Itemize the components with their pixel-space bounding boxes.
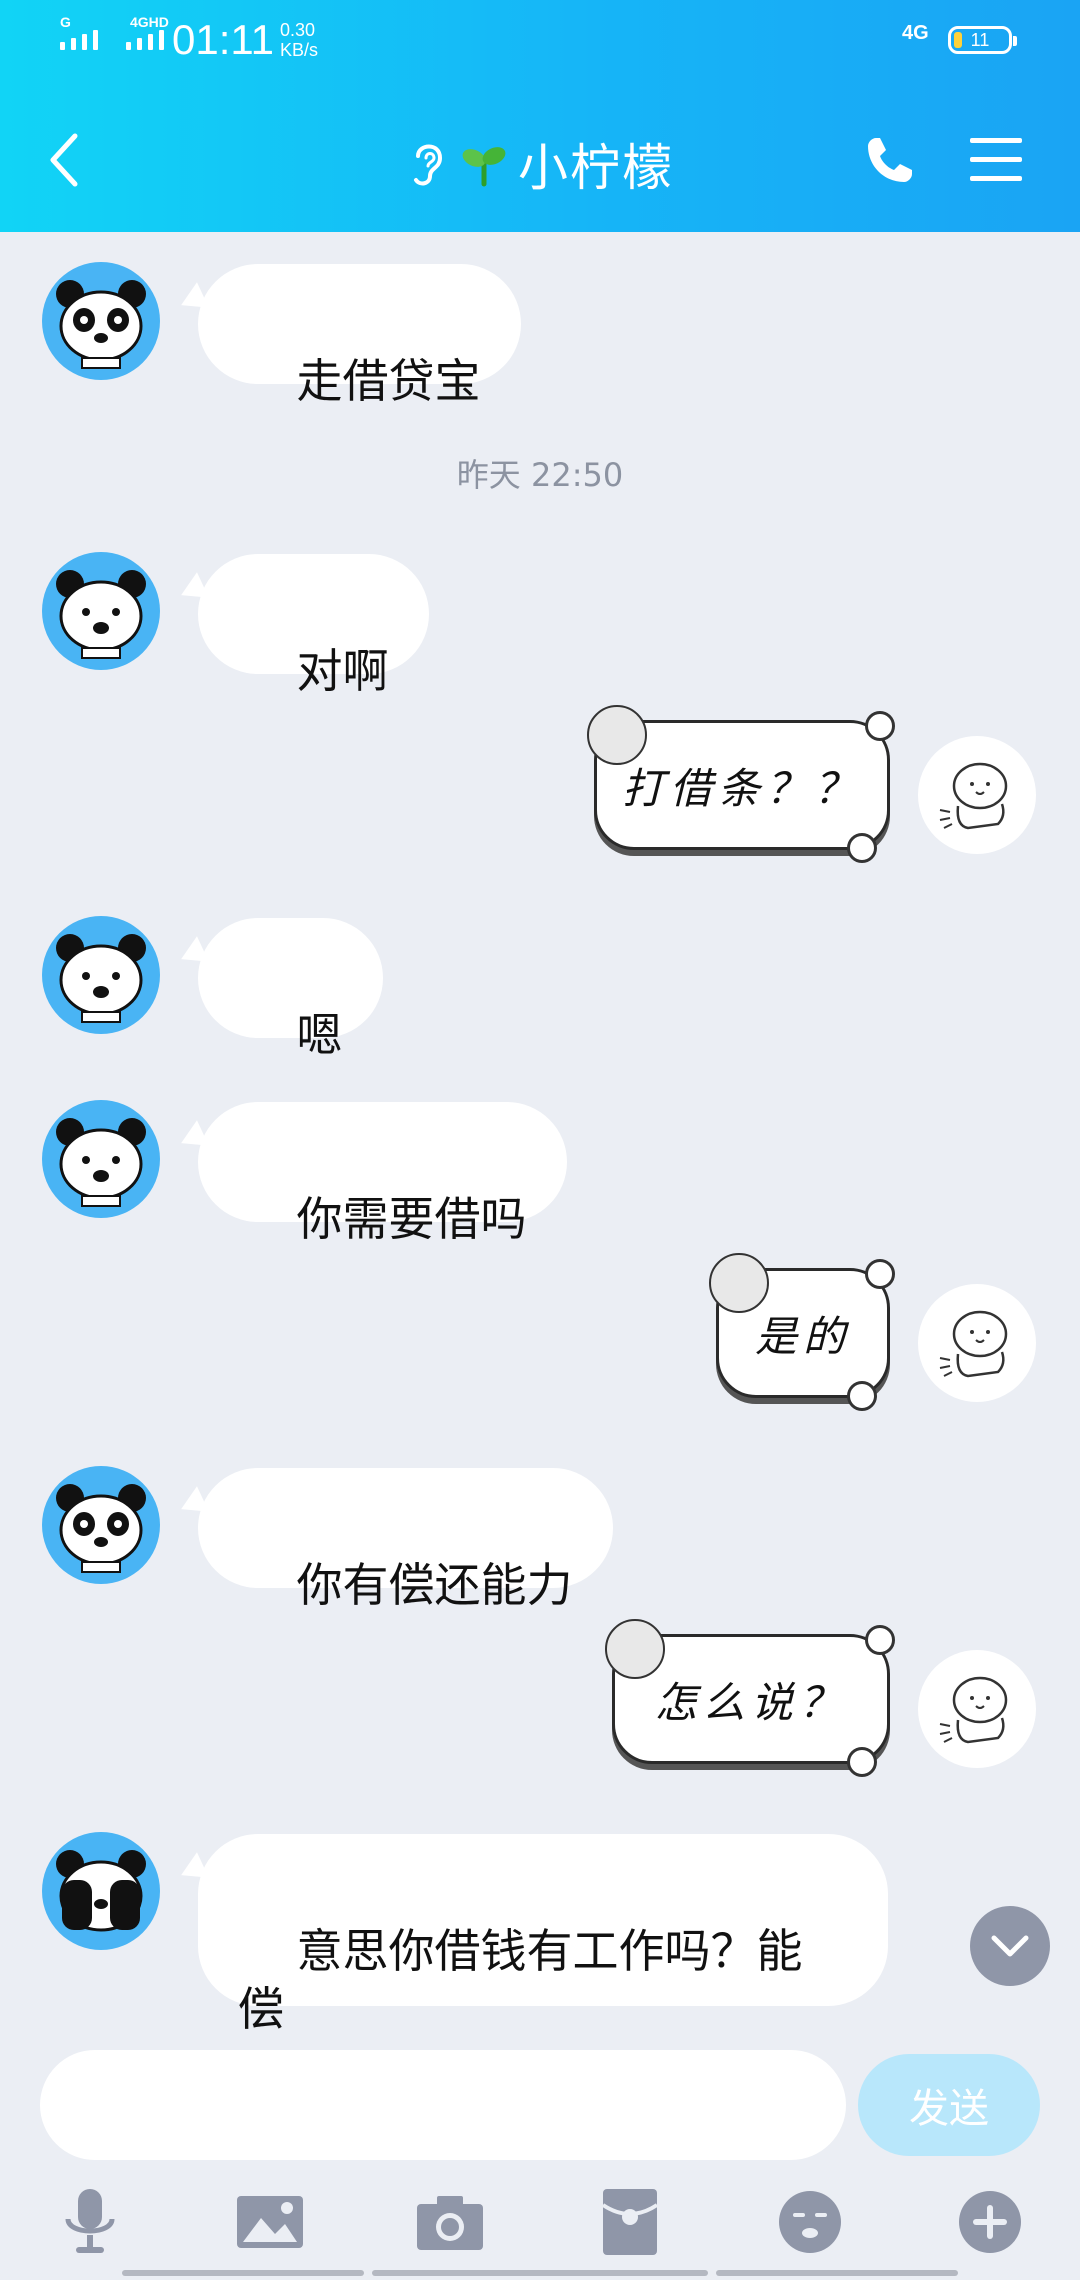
image-icon	[237, 2196, 303, 2248]
camera-icon	[417, 2196, 483, 2250]
contact-avatar[interactable]	[42, 916, 160, 1034]
phone-icon	[868, 138, 912, 182]
message-text: 你有偿还能力	[296, 1558, 573, 1612]
my-avatar[interactable]	[918, 1650, 1036, 1768]
message-text: 你需要借吗	[296, 1192, 527, 1246]
panda-avatar-icon	[56, 570, 146, 659]
toolbar	[0, 2182, 1080, 2262]
doodle-avatar-icon	[939, 1676, 1008, 1744]
panda-avatar-icon	[56, 1850, 146, 1932]
ear-icon	[414, 144, 443, 186]
sticker-decoration	[865, 711, 895, 741]
sticker-decoration	[865, 1625, 895, 1655]
network-type: 4G	[902, 22, 929, 44]
sticker-text: 是的	[754, 1311, 851, 1361]
send-button[interactable]: 发送	[858, 2054, 1040, 2156]
sticker-decoration	[847, 1747, 877, 1777]
emoji-icon	[779, 2191, 841, 2253]
network-speed-unit: KB/s	[280, 40, 319, 60]
status-bar: G 4GHD 01:11 0.30 KB/s 4G 11	[0, 0, 1080, 80]
message-timestamp: 昨天 22:50	[456, 456, 624, 494]
contact-avatar[interactable]	[42, 1100, 160, 1218]
sticker-decoration	[865, 1259, 895, 1289]
menu-button[interactable]	[968, 134, 1024, 186]
message-text: 对啊	[296, 644, 389, 698]
meme-face-icon	[587, 705, 647, 765]
contact-avatar[interactable]	[42, 1466, 160, 1584]
battery-indicator: 11	[948, 26, 1017, 54]
camera-button[interactable]	[410, 2182, 490, 2262]
contact-avatar[interactable]	[42, 552, 160, 670]
menu-icon	[970, 138, 1022, 181]
scroll-to-bottom-button[interactable]	[970, 1906, 1050, 1986]
signal-strength-2: 4GHD	[126, 14, 169, 50]
sticker-message[interactable]: 怎么说？	[605, 1619, 895, 1777]
message-bubble[interactable]: 你有偿还能力	[198, 1468, 613, 1612]
message-bubble[interactable]: 嗯	[198, 918, 383, 1062]
message-bubble[interactable]: 意思你借钱有工作吗？能偿 还起吗	[198, 1834, 888, 2094]
doodle-avatar-icon	[939, 762, 1008, 830]
gesture-bar	[0, 2270, 1080, 2280]
sticker-text: 打借条？？	[621, 763, 862, 813]
doodle-avatar-icon	[939, 1310, 1008, 1378]
signal-strength-1: G	[60, 14, 98, 50]
contact-avatar[interactable]	[42, 262, 160, 380]
message-input[interactable]	[40, 2050, 846, 2160]
panda-avatar-icon	[56, 280, 146, 369]
page-title: 小柠檬	[518, 139, 674, 197]
sprout-icon	[462, 147, 506, 187]
message-list[interactable]: 走借贷宝 昨天 22:50 对啊 打借条？？ 嗯 你需要借吗 是的 你有偿还能力…	[0, 232, 1080, 2094]
signal-indicators: G 4GHD	[60, 14, 169, 50]
signal-tag-1: G	[60, 14, 71, 30]
message-text: 走借贷宝	[296, 354, 481, 408]
message-bubble[interactable]: 你需要借吗	[198, 1102, 567, 1246]
plus-icon	[959, 2191, 1021, 2253]
contact-avatar[interactable]	[42, 1832, 160, 1950]
my-avatar[interactable]	[918, 736, 1036, 854]
call-button[interactable]	[862, 132, 918, 188]
red-packet-button[interactable]	[590, 2182, 670, 2262]
message-bubble[interactable]: 走借贷宝	[198, 264, 521, 408]
header-title-group[interactable]: 小柠檬	[0, 124, 1080, 204]
battery-level: 11	[970, 29, 990, 50]
chat-header: G 4GHD 01:11 0.30 KB/s 4G 11 小柠檬	[0, 0, 1080, 232]
image-button[interactable]	[230, 2182, 310, 2262]
message-bubble[interactable]: 对啊	[198, 554, 429, 698]
panda-avatar-icon	[56, 1118, 146, 1207]
input-bar: 发送	[0, 2032, 1080, 2280]
microphone-icon	[65, 2189, 115, 2253]
sticker-text: 怎么说？	[654, 1677, 847, 1727]
red-packet-icon	[601, 2189, 659, 2255]
network-speed-value: 0.30	[280, 20, 316, 40]
more-button[interactable]	[950, 2182, 1030, 2262]
emoji-button[interactable]	[770, 2182, 850, 2262]
meme-face-icon	[709, 1253, 769, 1313]
network-speed: 0.30 KB/s	[280, 20, 318, 60]
sticker-decoration	[847, 1381, 877, 1411]
panda-avatar-icon	[56, 934, 146, 1023]
panda-avatar-icon	[56, 1484, 146, 1573]
status-time: 01:11	[172, 16, 274, 63]
sticker-decoration	[847, 833, 877, 863]
sticker-message[interactable]: 打借条？？	[587, 705, 895, 863]
voice-button[interactable]	[50, 2182, 130, 2262]
meme-face-icon	[605, 1619, 665, 1679]
signal-tag-2: 4GHD	[130, 14, 169, 30]
message-text: 嗯	[296, 1008, 343, 1062]
my-avatar[interactable]	[918, 1284, 1036, 1402]
sticker-message[interactable]: 是的	[709, 1253, 895, 1411]
chevron-down-icon	[991, 1935, 1029, 1957]
